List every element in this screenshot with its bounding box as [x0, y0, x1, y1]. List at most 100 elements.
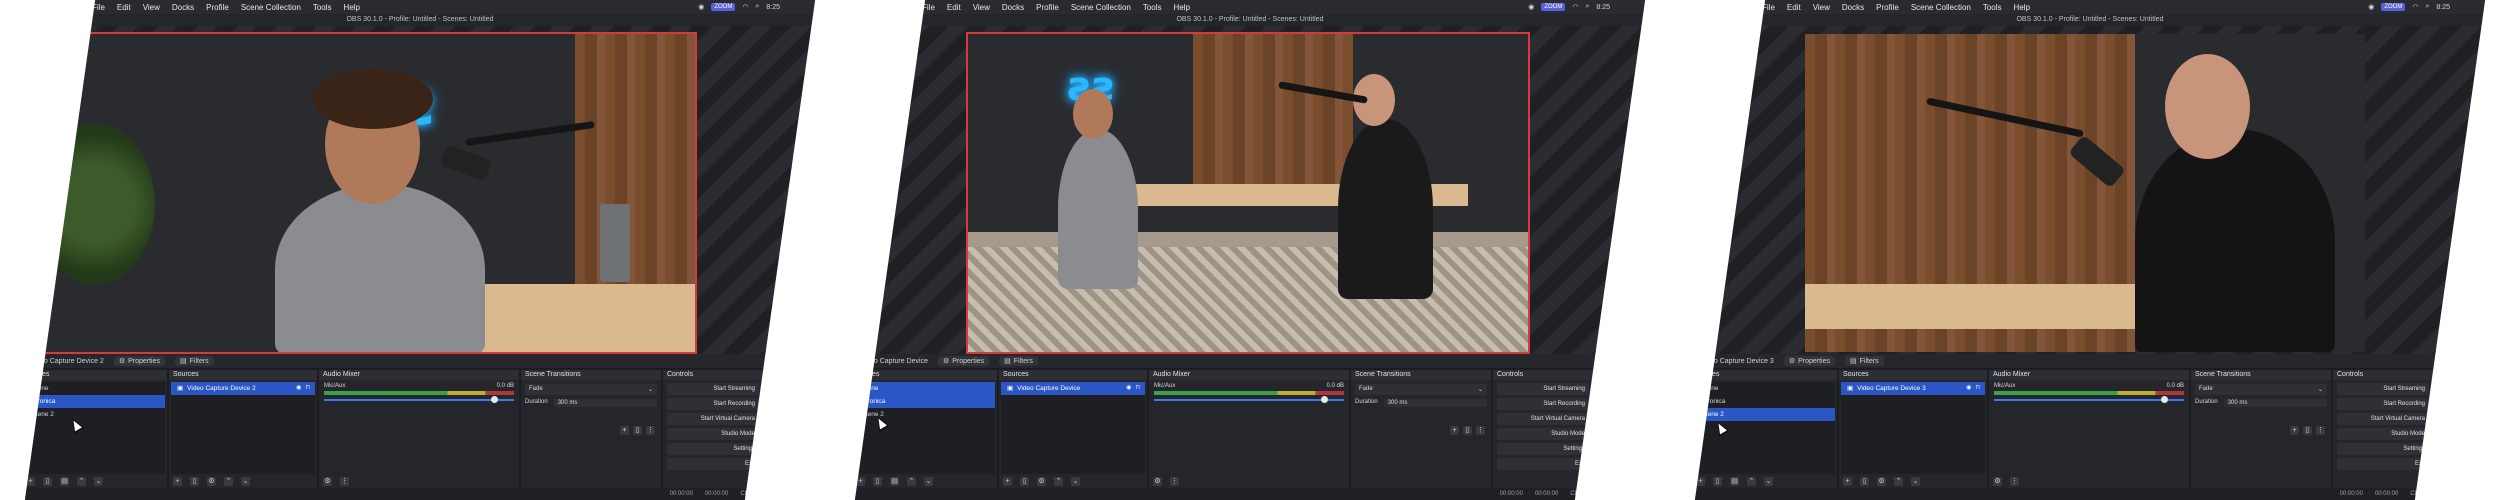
- filters-button[interactable]: ▤ Filters: [1845, 356, 1884, 366]
- lock-icon[interactable]: ⊓: [1975, 382, 1980, 395]
- exit-button[interactable]: Exit: [2337, 458, 2429, 470]
- scene-item[interactable]: Scene: [24, 382, 165, 395]
- video-preview[interactable]: [1805, 34, 2365, 352]
- filter-icon[interactable]: ▤: [60, 476, 69, 486]
- record-icon[interactable]: ◉: [1528, 3, 1534, 11]
- menu-view[interactable]: View: [973, 3, 990, 12]
- up-icon[interactable]: ⌃: [1054, 476, 1063, 486]
- menu-scene-collection[interactable]: Scene Collection: [241, 3, 301, 12]
- down-icon[interactable]: ⌄: [241, 476, 250, 486]
- up-icon[interactable]: ⌃: [907, 476, 916, 486]
- start-virtual-camera-button[interactable]: Start Virtual Camera: [2337, 413, 2429, 425]
- filter-icon[interactable]: ▤: [890, 476, 899, 486]
- filters-button[interactable]: ▤ Filters: [999, 356, 1038, 366]
- trash-icon[interactable]: ▯: [43, 476, 52, 486]
- trash-icon[interactable]: ▯: [633, 426, 642, 435]
- properties-button[interactable]: ⚙ Properties: [1783, 356, 1835, 366]
- gear-icon[interactable]: ⚙: [1877, 476, 1886, 486]
- zoom-icon[interactable]: ZOOM: [2381, 3, 2406, 11]
- settings-button[interactable]: Settings: [667, 443, 759, 455]
- menu-view[interactable]: View: [1813, 3, 1830, 12]
- menu-profile[interactable]: Profile: [1876, 3, 1899, 12]
- lock-icon[interactable]: ⊓: [305, 382, 310, 395]
- add-icon[interactable]: +: [1843, 476, 1852, 486]
- menu-scene-collection[interactable]: Scene Collection: [1911, 3, 1971, 12]
- gear-icon[interactable]: ⚙: [1037, 476, 1046, 486]
- eye-icon[interactable]: ◉: [1966, 382, 1971, 395]
- video-preview[interactable]: ƨƨ: [43, 32, 697, 354]
- duration-field[interactable]: Duration 300 ms: [525, 399, 657, 407]
- menu-tools[interactable]: Tools: [1983, 3, 2002, 12]
- down-icon[interactable]: ⌄: [1071, 476, 1080, 486]
- duration-value[interactable]: 300 ms: [2223, 399, 2327, 407]
- trash-icon[interactable]: ▯: [190, 476, 199, 486]
- video-preview[interactable]: ƨƨ: [966, 32, 1530, 354]
- up-icon[interactable]: ⌃: [1747, 476, 1756, 486]
- properties-button[interactable]: ⚙ Properties: [113, 356, 165, 366]
- up-icon[interactable]: ⌃: [77, 476, 86, 486]
- transition-select[interactable]: Fade ⌄: [525, 384, 657, 395]
- up-icon[interactable]: ⌃: [224, 476, 233, 486]
- trash-icon[interactable]: ▯: [1020, 476, 1029, 486]
- wifi-icon[interactable]: ◠: [1572, 3, 1578, 11]
- duration-value[interactable]: 300 ms: [553, 399, 657, 407]
- scene-item-selected[interactable]: Scene: [854, 382, 995, 395]
- search-icon[interactable]: ⌕: [755, 3, 759, 11]
- add-icon[interactable]: +: [1450, 426, 1459, 435]
- volume-slider[interactable]: [1994, 396, 2184, 403]
- more-icon[interactable]: ⋮: [2010, 476, 2019, 486]
- start-recording-button[interactable]: Start Recording: [667, 398, 759, 410]
- settings-button[interactable]: Settings: [2337, 443, 2429, 455]
- menu-edit[interactable]: Edit: [117, 3, 131, 12]
- zoom-icon[interactable]: ZOOM: [711, 3, 736, 11]
- menu-tools[interactable]: Tools: [1143, 3, 1162, 12]
- trash-icon[interactable]: ▯: [2303, 426, 2312, 435]
- trash-icon[interactable]: ▯: [1463, 426, 1472, 435]
- more-icon[interactable]: ⋮: [340, 476, 349, 486]
- source-item[interactable]: ▣ Video Capture Device 3 ◉ ⊓: [1841, 382, 1985, 395]
- preview-area[interactable]: ƨƨ: [0, 26, 840, 435]
- scene-item[interactable]: Scene: [1694, 382, 1835, 395]
- gear-icon[interactable]: ⚙: [207, 476, 216, 486]
- up-icon[interactable]: ⌃: [1894, 476, 1903, 486]
- wifi-icon[interactable]: ◠: [2412, 3, 2418, 11]
- start-streaming-button[interactable]: Start Streaming: [667, 383, 759, 395]
- zoom-icon[interactable]: ZOOM: [1541, 3, 1566, 11]
- duration-value[interactable]: 300 ms: [1383, 399, 1487, 407]
- trash-icon[interactable]: ▯: [1860, 476, 1869, 486]
- duration-field[interactable]: Duration 300 ms: [1355, 399, 1487, 407]
- down-icon[interactable]: ⌄: [1911, 476, 1920, 486]
- filters-button[interactable]: ▤ Filters: [175, 356, 214, 366]
- menu-edit[interactable]: Edit: [947, 3, 961, 12]
- down-icon[interactable]: ⌄: [1764, 476, 1773, 486]
- add-icon[interactable]: +: [620, 426, 629, 435]
- add-icon[interactable]: +: [173, 476, 182, 486]
- filter-icon[interactable]: ▤: [1730, 476, 1739, 486]
- exit-button[interactable]: Exit: [667, 458, 759, 470]
- settings-button[interactable]: Settings: [1497, 443, 1589, 455]
- start-recording-button[interactable]: Start Recording: [1497, 398, 1589, 410]
- studio-mode-button[interactable]: Studio Mode: [2337, 428, 2429, 440]
- eye-icon[interactable]: ◉: [1126, 382, 1131, 395]
- scene-item[interactable]: Scene 2: [24, 408, 165, 421]
- more-icon[interactable]: ⋮: [1476, 426, 1485, 435]
- menu-profile[interactable]: Profile: [206, 3, 229, 12]
- menu-docks[interactable]: Docks: [1002, 3, 1024, 12]
- properties-button[interactable]: ⚙ Properties: [937, 356, 990, 366]
- transition-select[interactable]: Fade ⌄: [2195, 384, 2327, 395]
- preview-area[interactable]: ƨƨ: [830, 26, 1670, 433]
- trash-icon[interactable]: ▯: [1713, 476, 1722, 486]
- gear-icon[interactable]: ⚙: [323, 476, 332, 486]
- transition-select[interactable]: Fade ⌄: [1355, 384, 1487, 395]
- lock-icon[interactable]: ⊓: [1135, 382, 1140, 395]
- gear-icon[interactable]: ⚙: [1993, 476, 2002, 486]
- source-item[interactable]: ▣ Video Capture Device 2 ◉ ⊓: [171, 382, 315, 395]
- record-icon[interactable]: ◉: [2368, 3, 2374, 11]
- duration-field[interactable]: Duration 300 ms: [2195, 399, 2327, 407]
- exit-button[interactable]: Exit: [1497, 458, 1589, 470]
- start-virtual-camera-button[interactable]: Start Virtual Camera: [1497, 413, 1589, 425]
- scene-item-selected[interactable]: Veronica: [24, 395, 165, 408]
- start-recording-button[interactable]: Start Recording: [2337, 398, 2429, 410]
- record-icon[interactable]: ◉: [698, 3, 704, 11]
- search-icon[interactable]: ⌕: [1585, 3, 1589, 11]
